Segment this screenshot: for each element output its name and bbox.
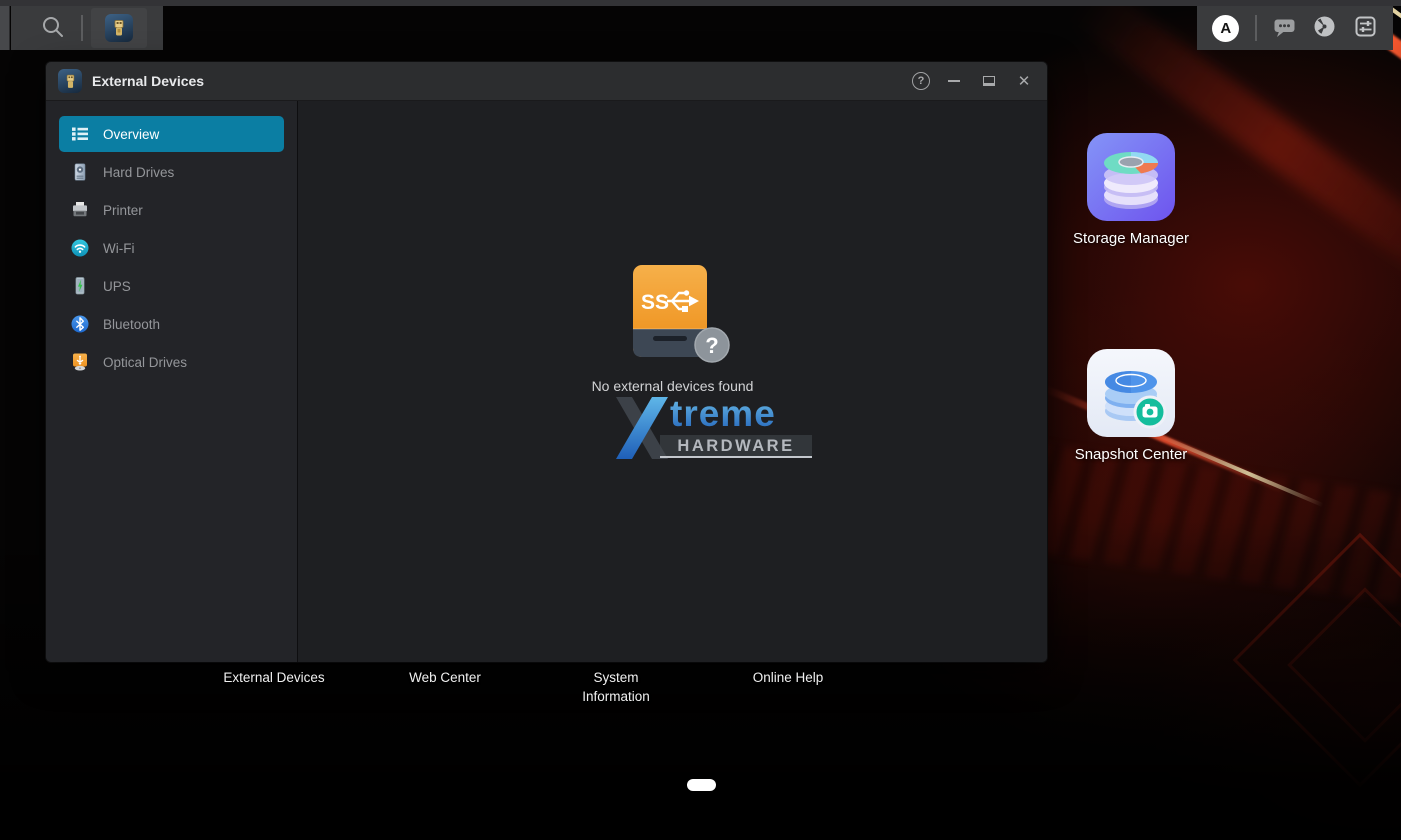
window-app-icon (58, 69, 82, 93)
desktop-shortcut-online-help[interactable]: Online Help (718, 668, 858, 687)
home-indicator[interactable] (687, 779, 716, 791)
taskbar-top-strip (0, 0, 1401, 6)
sidebar-item-hard-drives[interactable]: Hard Drives (59, 154, 284, 190)
sidebar-item-label: Wi-Fi (103, 241, 134, 256)
desktop-shortcut-web-center[interactable]: Web Center (375, 668, 515, 687)
bluetooth-icon (70, 314, 90, 334)
desktop-icon-storage-manager[interactable]: Storage Manager (1071, 133, 1191, 247)
watermark-subtitle: HARDWARE (660, 435, 812, 458)
minimize-icon (948, 80, 960, 82)
sidebar-item-label: Hard Drives (103, 165, 174, 180)
search-button[interactable] (25, 6, 81, 50)
sidebar-item-optical-drives[interactable]: Optical Drives (59, 344, 284, 380)
taskbar-right: A (1197, 6, 1393, 50)
empty-state-message: No external devices found (592, 378, 754, 394)
wifi-icon (70, 238, 90, 258)
empty-state: SS ? No external devices found (298, 263, 1047, 394)
message-bubble-icon (1272, 15, 1297, 42)
sidebar-item-label: Overview (103, 127, 159, 142)
taskbar-left-stub[interactable] (0, 6, 10, 50)
activity-gauge-icon (1312, 14, 1337, 42)
watermark-name: treme (670, 393, 776, 435)
avatar: A (1212, 15, 1239, 42)
preference-sliders-icon (1353, 14, 1378, 42)
sidebar-item-ups[interactable]: UPS (59, 268, 284, 304)
minimize-button[interactable] (943, 70, 965, 92)
notifications-button[interactable] (1272, 15, 1297, 42)
usb-storage-icon: SS ? (615, 263, 731, 372)
sidebar-item-bluetooth[interactable]: Bluetooth (59, 306, 284, 342)
desktop-icon-label: Storage Manager (1071, 230, 1191, 247)
desktop-shortcut-system-information[interactable]: System Information (571, 668, 661, 706)
external-devices-window: External Devices ? ✕ (46, 62, 1047, 662)
superspeed-label: SS (641, 291, 669, 314)
sidebar-item-label: Optical Drives (103, 355, 187, 370)
main-content: SS ? No external devices found (298, 101, 1047, 662)
optical-drive-icon (70, 352, 90, 372)
maximize-icon (983, 76, 995, 86)
search-icon (40, 14, 66, 43)
sidebar-item-label: Bluetooth (103, 317, 160, 332)
desktop-shortcut-external-devices[interactable]: External Devices (204, 668, 344, 687)
question-mark: ? (705, 333, 718, 358)
overview-list-icon (70, 124, 90, 144)
printer-icon (70, 200, 90, 220)
desktop-icon-snapshot-center[interactable]: Snapshot Center (1071, 349, 1191, 463)
preferences-button[interactable] (1353, 14, 1378, 42)
desktop-icon-label: Snapshot Center (1071, 446, 1191, 463)
storage-manager-icon (1087, 133, 1175, 221)
sidebar-item-overview[interactable]: Overview (59, 116, 284, 152)
ups-battery-icon (70, 276, 90, 296)
maximize-button[interactable] (978, 70, 1000, 92)
sidebar-item-label: UPS (103, 279, 131, 294)
hard-drive-icon (70, 162, 90, 182)
window-titlebar[interactable]: External Devices ? ✕ (46, 62, 1047, 101)
divider (81, 15, 83, 41)
help-button[interactable]: ? (912, 72, 930, 90)
taskbar-left (11, 6, 163, 50)
usb-app-icon (105, 14, 133, 42)
taskbar-app-external-devices[interactable] (91, 8, 147, 48)
desktop: A (0, 0, 1401, 840)
window-controls: ? ✕ (912, 70, 1035, 92)
snapshot-center-icon (1087, 349, 1175, 437)
sidebar-item-wifi[interactable]: Wi-Fi (59, 230, 284, 266)
user-avatar-button[interactable]: A (1212, 15, 1239, 42)
activity-monitor-button[interactable] (1312, 14, 1337, 42)
sidebar-item-printer[interactable]: Printer (59, 192, 284, 228)
divider (1255, 15, 1257, 41)
sidebar-item-label: Printer (103, 203, 143, 218)
xtreme-hardware-watermark: treme HARDWARE (610, 397, 818, 461)
close-button[interactable]: ✕ (1013, 70, 1035, 92)
window-title: External Devices (92, 73, 902, 89)
sidebar: Overview Hard Dr (46, 101, 298, 662)
